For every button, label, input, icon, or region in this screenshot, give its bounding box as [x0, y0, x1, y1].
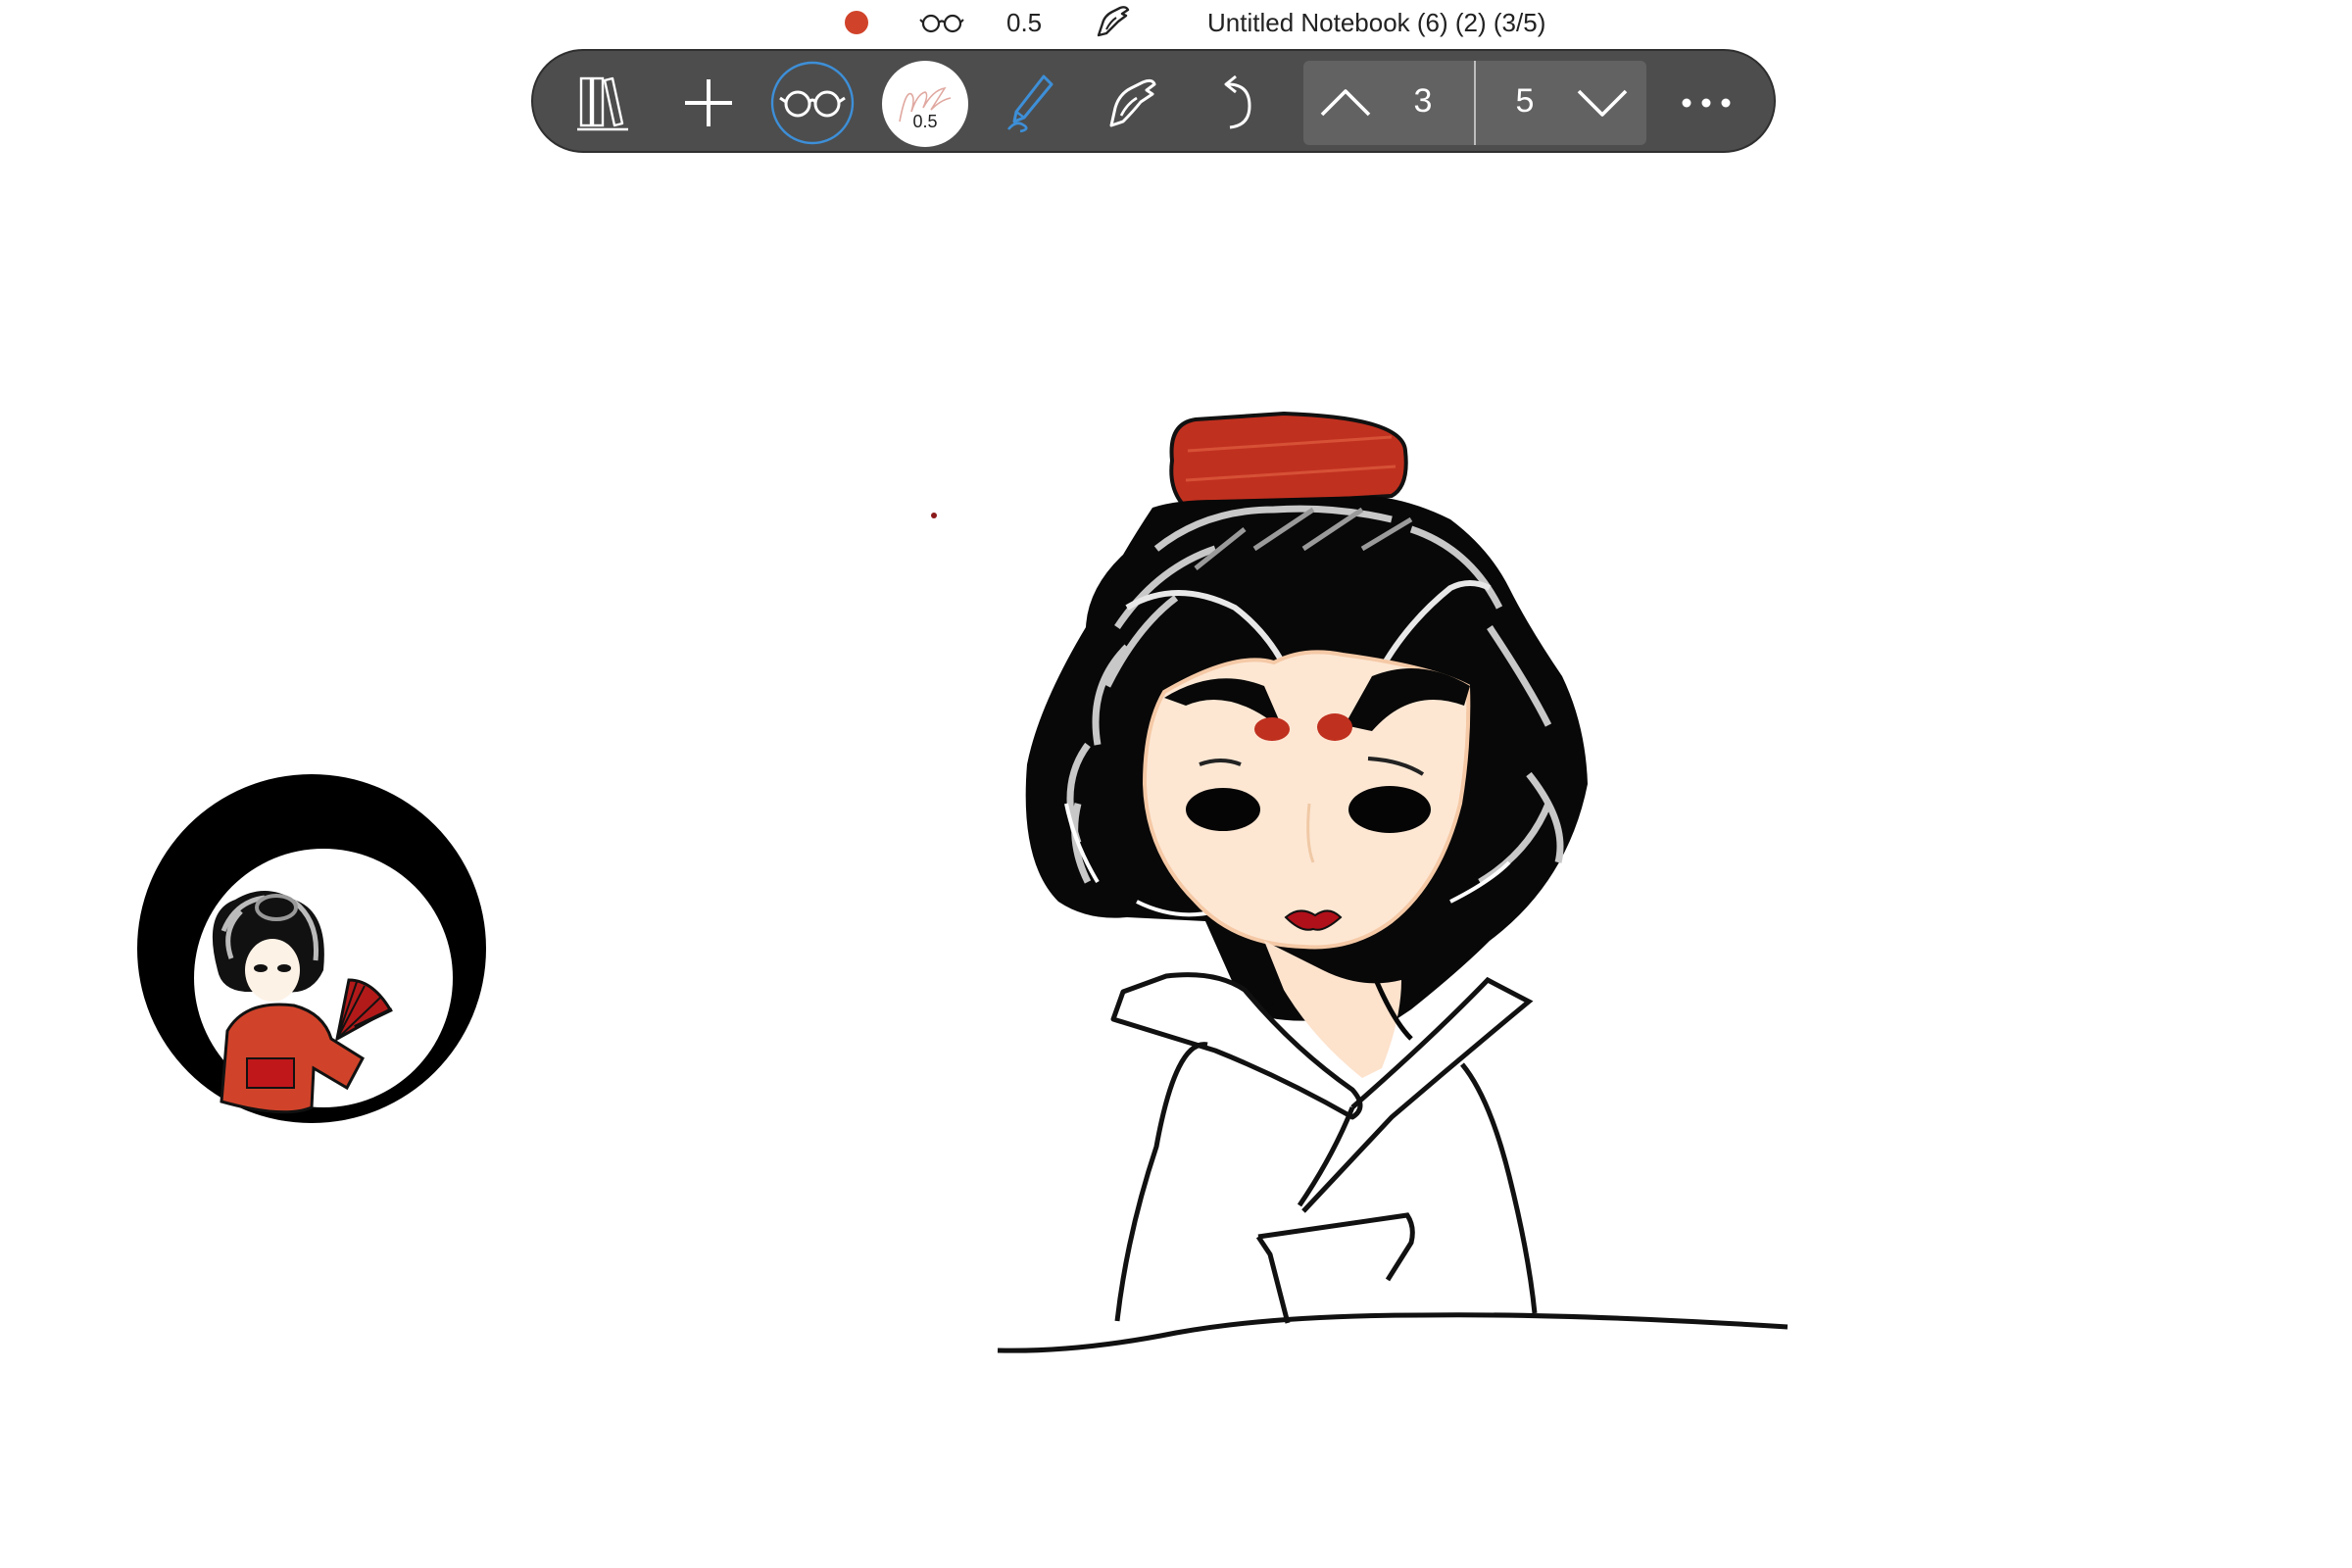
status-bar: 0.5 Untitled Notebook (6) (2) (3/5): [0, 0, 2352, 45]
glasses-icon: [770, 61, 855, 145]
pen-tool-button[interactable]: [988, 61, 1072, 145]
next-page-button[interactable]: [1560, 61, 1644, 145]
geisha-sketch[interactable]: [997, 411, 1788, 1353]
notebook-title: Untitled Notebook (6) (2) (3/5): [1207, 8, 1546, 37]
main-toolbar: 0.5 3 5: [531, 49, 1776, 153]
chevron-up-icon: [1320, 89, 1371, 117]
add-page-button[interactable]: [666, 61, 751, 145]
geisha-sticker-icon[interactable]: [137, 774, 486, 1123]
undo-icon: [1224, 74, 1251, 129]
plus-icon: [685, 79, 732, 126]
page-navigator: 3 5: [1303, 61, 1646, 145]
more-icon: [1682, 98, 1731, 108]
undo-button[interactable]: [1192, 61, 1276, 145]
touch-draw-button[interactable]: [1090, 61, 1174, 145]
library-icon: [577, 76, 628, 131]
status-pen-size: 0.5: [1006, 8, 1043, 37]
glasses-status-icon: [919, 12, 964, 38]
pen-icon: [1006, 74, 1054, 133]
page-divider: [1474, 61, 1476, 145]
more-options-button[interactable]: [1664, 61, 1748, 145]
library-button[interactable]: [561, 61, 645, 145]
reading-mode-button[interactable]: [770, 61, 855, 145]
pen-color-indicator: [845, 11, 868, 34]
pen-size-button[interactable]: 0.5: [882, 61, 968, 147]
previous-page-button[interactable]: [1303, 61, 1388, 145]
ink-dot: [931, 513, 937, 518]
hand-pen-status-icon: [1093, 4, 1132, 44]
hand-pen-icon: [1109, 78, 1156, 127]
pen-size-label: 0.5: [912, 112, 938, 131]
pen-stroke-preview-icon: [899, 86, 952, 122]
total-pages-number[interactable]: 5: [1495, 82, 1554, 121]
current-page-number[interactable]: 3: [1394, 82, 1452, 121]
notebook-canvas[interactable]: [0, 0, 2352, 1568]
chevron-down-icon: [1577, 89, 1628, 117]
